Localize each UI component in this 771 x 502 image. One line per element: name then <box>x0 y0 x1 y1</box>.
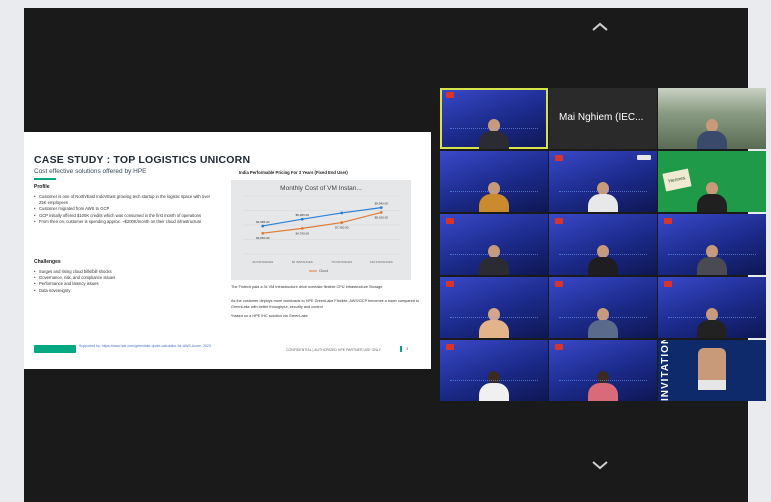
participant-video <box>697 308 727 338</box>
data-label: $9,940.00 <box>375 202 389 206</box>
participant-tile-p11[interactable] <box>549 277 657 338</box>
participant-tile-p2[interactable]: Mai Nghiem (IEC... <box>549 88 657 149</box>
chevron-down-icon[interactable] <box>591 460 609 470</box>
event-logo <box>555 344 563 350</box>
profile-bullet: Customer is one of North/East IndoVEast … <box>34 194 214 206</box>
event-logo <box>664 281 672 287</box>
participant-tile-p9[interactable] <box>658 214 766 275</box>
participant-tile-p6[interactable]: Hennes <box>658 151 766 212</box>
participant-tile-p10[interactable] <box>440 277 548 338</box>
data-label: $4,860.00 <box>256 236 270 240</box>
invitation-text: INVITATION <box>660 340 671 401</box>
data-point <box>379 211 383 214</box>
participant-tile-p3[interactable] <box>658 88 766 149</box>
hpe-logo <box>34 345 76 353</box>
event-logo <box>446 281 454 287</box>
chart-note: The Fintech paid a 3x VM Infrastructure … <box>231 285 383 289</box>
data-label: $4,985.00 <box>256 220 270 224</box>
challenge-bullet: Data sovereignty <box>34 288 214 294</box>
event-logo <box>555 218 563 224</box>
data-point <box>379 206 383 209</box>
participant-tile-p13[interactable] <box>440 340 548 401</box>
participant-video <box>479 371 509 401</box>
event-logo <box>446 92 454 98</box>
participant-tile-p4[interactable] <box>440 151 548 212</box>
meeting-window: CASE STUDY : TOP LOGISTICS UNICORN Cost … <box>24 8 766 502</box>
data-point <box>300 226 304 230</box>
participant-tile-p5[interactable] <box>549 151 657 212</box>
slide-footer-confidential: CONFIDENTIAL | AUTHORIZED HPE PARTNER US… <box>286 348 381 352</box>
profile-bullet: From then on, customer is spending appro… <box>34 219 214 225</box>
data-point <box>340 221 344 224</box>
participant-video <box>588 182 618 212</box>
slide-footer-bar <box>400 346 402 352</box>
chart-heading: India Performable Pricing For 3 Years (F… <box>239 170 348 175</box>
participant-video <box>697 245 727 275</box>
event-logo <box>555 281 563 287</box>
participant-video <box>588 245 618 275</box>
participant-video <box>588 371 618 401</box>
green-tile-sign: Hennes <box>662 168 692 192</box>
chart-note: *based on a HPE IHC solution via GreenLa… <box>231 314 308 318</box>
page-background: CASE STUDY : TOP LOGISTICS UNICORN Cost … <box>0 0 771 502</box>
chart-area: Monthly Cost of VM Instan... 25 INSTANCES… <box>231 180 411 280</box>
data-point <box>261 231 265 235</box>
participant-video <box>588 308 618 338</box>
chart-title: Monthly Cost of VM Instan... <box>280 185 362 192</box>
cost-line-chart: Monthly Cost of VM Instan... 25 INSTANCES… <box>243 185 401 273</box>
participant-video <box>479 308 509 338</box>
profile-list: Customer is one of North/East IndoVEast … <box>34 194 214 225</box>
data-label: $8,190.00 <box>375 215 389 219</box>
chart-note: As the customer deploys more workloads t… <box>231 299 420 309</box>
participant-video <box>479 182 509 212</box>
data-point <box>300 217 304 221</box>
event-logo <box>446 218 454 224</box>
challenges-list: Surges and rising cloud bills/bill shock… <box>34 269 214 294</box>
participant-video <box>479 119 509 149</box>
invitee-photo <box>698 348 726 380</box>
shared-screen[interactable]: CASE STUDY : TOP LOGISTICS UNICORN Cost … <box>24 132 431 369</box>
slide-subtitle: Cost effective solutions offered by HPE <box>34 168 147 175</box>
event-logo <box>555 155 563 161</box>
participant-tile-p8[interactable] <box>549 214 657 275</box>
slide-accent-rule <box>34 178 56 180</box>
slide-title: CASE STUDY : TOP LOGISTICS UNICORN <box>34 154 251 166</box>
legend-label: Cloud <box>319 269 328 273</box>
chevron-up-icon[interactable] <box>591 22 609 32</box>
x-tick-label: 50 INSTANCES <box>292 260 313 264</box>
participant-video <box>697 119 727 149</box>
challenges-label: Challenges <box>34 259 61 265</box>
participant-tile-p1[interactable] <box>440 88 548 149</box>
profile-label: Profile <box>34 184 50 190</box>
data-label: $4,790.00 <box>296 231 310 235</box>
event-logo <box>664 218 672 224</box>
participant-video <box>697 182 727 212</box>
event-logo-secondary <box>637 155 651 160</box>
data-label: $5,480.00 <box>296 213 310 217</box>
invitee-caption <box>698 380 726 390</box>
participant-name: Mai Nghiem (IEC... <box>559 112 644 123</box>
slide-page-number: 3 <box>406 347 409 351</box>
data-point <box>340 211 344 215</box>
event-logo <box>446 344 454 350</box>
slide-footer-source: Supported by: https://www.hpe.com/greenl… <box>79 344 211 348</box>
x-tick-label: 100 INSTANCES <box>370 260 393 264</box>
participant-tile-p7[interactable] <box>440 214 548 275</box>
participant-tile-p14[interactable] <box>549 340 657 401</box>
participant-tile-p12[interactable] <box>658 277 766 338</box>
x-tick-label: 75 INSTANCES <box>331 260 352 264</box>
participant-tile-p15[interactable]: INVITATION <box>658 340 766 401</box>
x-tick-label: 25 INSTANCES <box>252 260 273 264</box>
participant-video <box>479 245 509 275</box>
data-point <box>261 224 265 228</box>
data-label: $7,350.00 <box>335 226 349 230</box>
